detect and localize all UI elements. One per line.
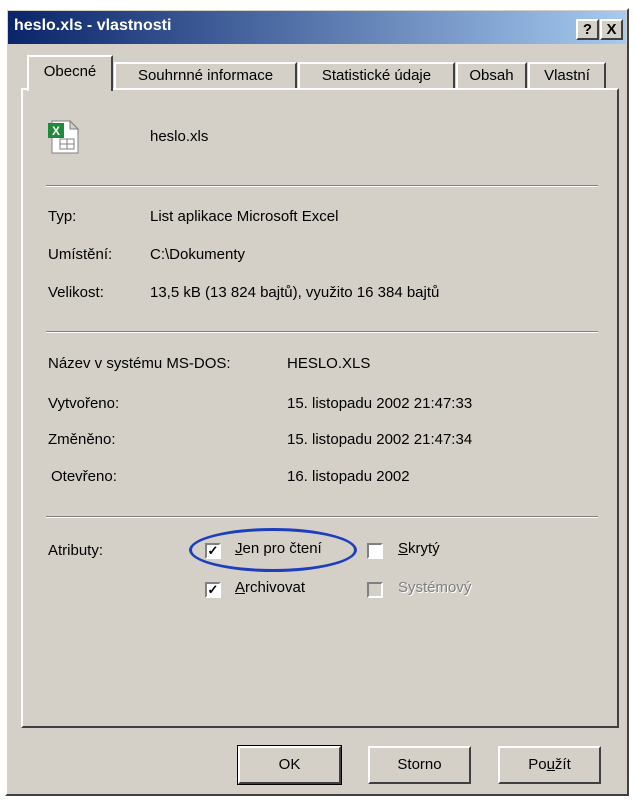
hidden-label[interactable]: Skrytý [398,540,440,557]
location-value: C:\Dokumenty [150,246,246,263]
apply-button[interactable]: Použít [498,746,601,784]
location-label: Umístění: [48,246,113,263]
type-value: List aplikace Microsoft Excel [150,208,339,225]
cancel-button[interactable]: Storno [368,746,471,784]
readonly-checkbox[interactable]: ✓ [205,543,221,559]
window-title: heslo.xls - vlastnosti [14,17,172,34]
separator [46,331,598,333]
opened-label: Otevřeno: [51,468,117,485]
created-label: Vytvořeno: [48,395,120,412]
archive-label[interactable]: Archivovat [235,579,305,596]
tab-custom[interactable]: Vlastní [528,62,606,88]
title-bar[interactable]: heslo.xls - vlastnosti ? X [8,11,626,44]
svg-text:X: X [52,124,60,138]
separator [46,516,598,518]
tab-summary[interactable]: Souhrnné informace [114,62,297,88]
size-value: 13,5 kB (13 824 bajtů), využito 16 384 b… [150,284,440,301]
file-name: heslo.xls [150,128,209,145]
system-label: Systémový [398,579,472,596]
separator [46,185,598,187]
close-button[interactable]: X [600,19,623,40]
modified-value: 15. listopadu 2002 21:47:34 [287,431,473,448]
hidden-checkbox[interactable] [367,543,383,559]
tab-contents[interactable]: Obsah [456,62,527,88]
readonly-label[interactable]: Jen pro čtení [235,540,322,557]
size-label: Velikost: [48,284,104,301]
created-value: 15. listopadu 2002 21:47:33 [287,395,473,412]
modified-label: Změněno: [48,431,116,448]
tab-statistics[interactable]: Statistické údaje [298,62,455,88]
opened-value: 16. listopadu 2002 [287,468,410,485]
type-label: Typ: [48,208,77,225]
archive-checkbox[interactable]: ✓ [205,582,221,598]
ok-button[interactable]: OK [237,745,342,785]
msdos-name-value: HESLO.XLS [287,355,371,372]
tab-general[interactable]: Obecné [27,55,113,91]
excel-file-icon: X [46,119,80,155]
system-checkbox [367,582,383,598]
msdos-name-label: Název v systému MS-DOS: [48,355,231,372]
readonly-label-text: en pro čtení [242,540,322,557]
help-button[interactable]: ? [576,19,599,40]
attributes-label: Atributy: [48,542,104,559]
